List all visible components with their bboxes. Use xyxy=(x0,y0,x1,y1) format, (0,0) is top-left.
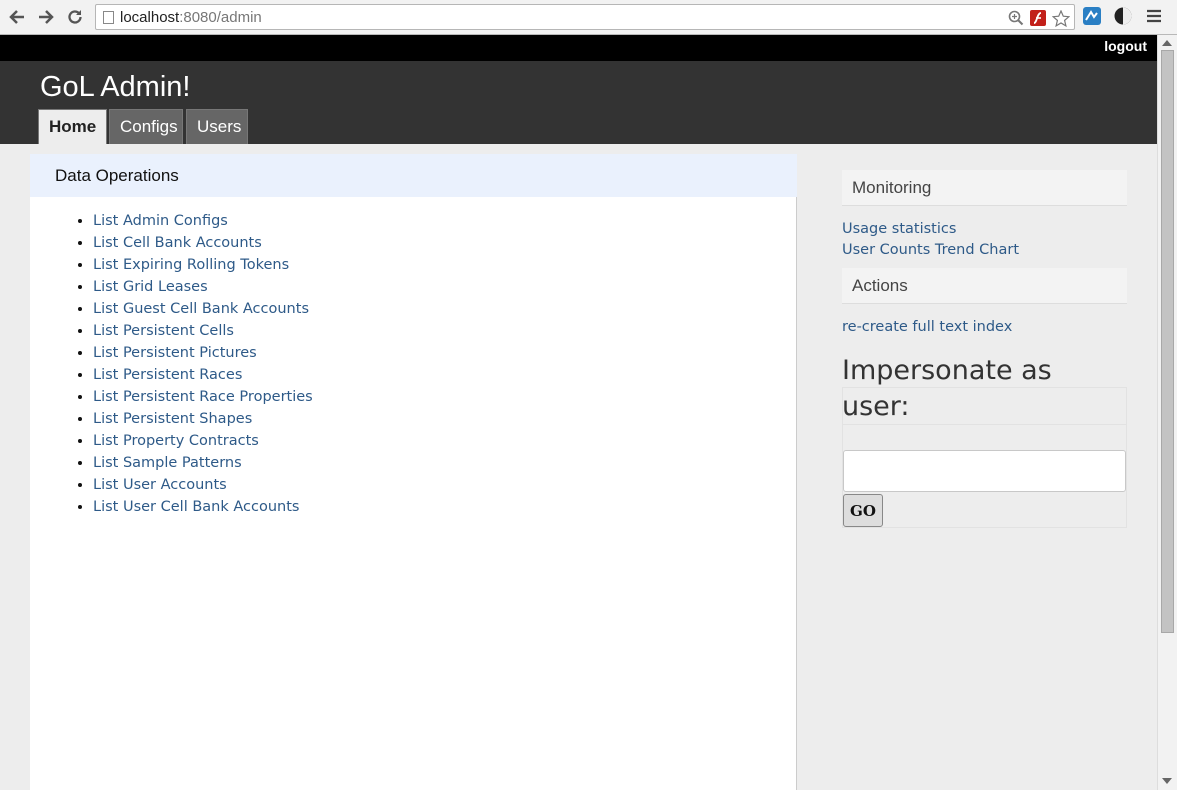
bookmark-star-icon[interactable] xyxy=(1051,9,1071,28)
list-cell-bank-accounts-link[interactable]: List Cell Bank Accounts xyxy=(93,235,262,251)
user-counts-trend-chart-link[interactable]: User Counts Trend Chart xyxy=(842,240,1127,261)
go-button[interactable]: GO xyxy=(843,494,883,527)
list-item: List User Cell Bank Accounts xyxy=(93,496,313,518)
page-icon xyxy=(103,11,114,24)
list-item: List Guest Cell Bank Accounts xyxy=(93,298,313,320)
usage-statistics-link[interactable]: Usage statistics xyxy=(842,219,1127,240)
menu-icon[interactable] xyxy=(1146,6,1166,28)
site-header: GoL Admin! Home Configs Users xyxy=(0,61,1157,144)
data-operations-panel: Data Operations List Admin Configs List … xyxy=(30,154,797,790)
browser-toolbar: localhost:8080/admin xyxy=(0,0,1177,35)
list-item: List Grid Leases xyxy=(93,276,313,298)
sidebar: Monitoring Usage statistics User Counts … xyxy=(842,170,1127,528)
list-persistent-cells-link[interactable]: List Persistent Cells xyxy=(93,323,234,339)
list-item: List Expiring Rolling Tokens xyxy=(93,254,313,276)
list-guest-cell-bank-accounts-link[interactable]: List Guest Cell Bank Accounts xyxy=(93,301,309,317)
contrast-extension-icon[interactable] xyxy=(1113,6,1133,28)
operations-list: List Admin Configs List Cell Bank Accoun… xyxy=(93,210,313,518)
recreate-full-text-index-link[interactable]: re-create full text index xyxy=(842,317,1127,338)
list-user-accounts-link[interactable]: List User Accounts xyxy=(93,477,227,493)
extension-icon[interactable] xyxy=(1082,6,1102,28)
flash-icon[interactable] xyxy=(1030,10,1046,26)
list-item: List Admin Configs xyxy=(93,210,313,232)
top-bar: logout xyxy=(0,35,1157,61)
data-operations-title: Data Operations xyxy=(55,166,179,185)
address-bar[interactable]: localhost:8080/admin xyxy=(95,4,1075,30)
scroll-up-arrow-icon[interactable] xyxy=(1162,40,1172,46)
impersonate-title-line1: Impersonate as xyxy=(842,355,1052,386)
actions-heading: Actions xyxy=(842,268,1127,304)
logout-link[interactable]: logout xyxy=(1104,38,1147,54)
vertical-scrollbar[interactable] xyxy=(1157,35,1177,790)
impersonate-user-input[interactable] xyxy=(843,450,1126,492)
list-item: List Persistent Race Properties xyxy=(93,386,313,408)
scroll-down-arrow-icon[interactable] xyxy=(1162,778,1172,784)
list-item: List Persistent Cells xyxy=(93,320,313,342)
list-expiring-rolling-tokens-link[interactable]: List Expiring Rolling Tokens xyxy=(93,257,289,273)
list-item: List Property Contracts xyxy=(93,430,313,452)
list-persistent-shapes-link[interactable]: List Persistent Shapes xyxy=(93,411,252,427)
monitoring-heading: Monitoring xyxy=(842,170,1127,206)
tab-home[interactable]: Home xyxy=(38,109,107,144)
list-grid-leases-link[interactable]: List Grid Leases xyxy=(93,279,208,295)
list-admin-configs-link[interactable]: List Admin Configs xyxy=(93,213,228,229)
list-item: List Sample Patterns xyxy=(93,452,313,474)
tab-configs[interactable]: Configs xyxy=(109,109,183,144)
panel-heading: Data Operations xyxy=(30,154,797,197)
list-item: List Persistent Races xyxy=(93,364,313,386)
list-property-contracts-link[interactable]: List Property Contracts xyxy=(93,433,259,449)
list-item: List Persistent Pictures xyxy=(93,342,313,364)
list-persistent-pictures-link[interactable]: List Persistent Pictures xyxy=(93,345,257,361)
list-persistent-races-link[interactable]: List Persistent Races xyxy=(93,367,242,383)
list-item: List Cell Bank Accounts xyxy=(93,232,313,254)
url-text: localhost:8080/admin xyxy=(120,9,262,26)
scroll-thumb[interactable] xyxy=(1161,50,1174,633)
reload-icon[interactable] xyxy=(63,5,87,29)
back-arrow-icon[interactable] xyxy=(5,5,29,29)
list-item: List Persistent Shapes xyxy=(93,408,313,430)
tab-users[interactable]: Users xyxy=(186,109,248,144)
zoom-icon[interactable] xyxy=(1008,10,1024,26)
forward-arrow-icon[interactable] xyxy=(34,5,58,29)
list-persistent-race-properties-link[interactable]: List Persistent Race Properties xyxy=(93,389,313,405)
site-title: GoL Admin! xyxy=(40,71,191,103)
list-sample-patterns-link[interactable]: List Sample Patterns xyxy=(93,455,242,471)
list-item: List User Accounts xyxy=(93,474,313,496)
list-user-cell-bank-accounts-link[interactable]: List User Cell Bank Accounts xyxy=(93,499,299,515)
